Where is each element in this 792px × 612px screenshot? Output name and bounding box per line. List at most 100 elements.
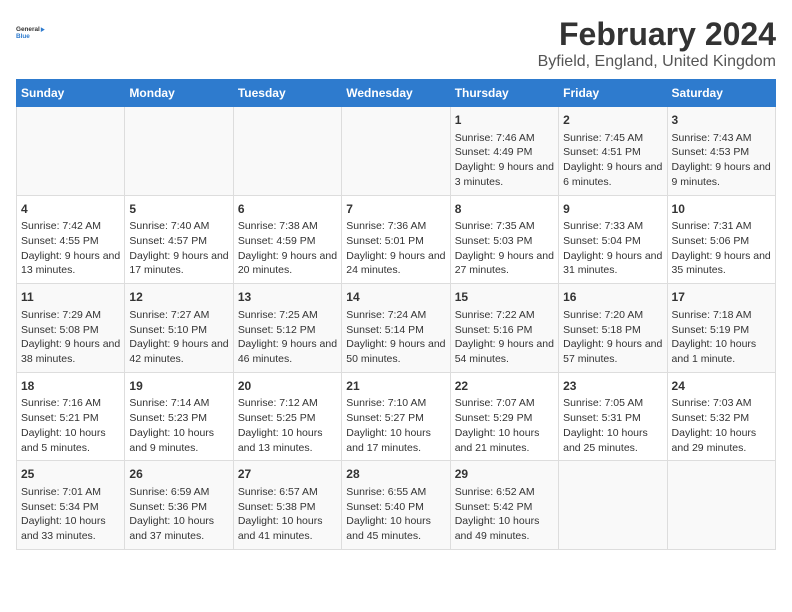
calendar-cell: 22Sunrise: 7:07 AM Sunset: 5:29 PM Dayli… bbox=[450, 372, 558, 461]
day-number: 15 bbox=[455, 289, 554, 306]
day-number: 3 bbox=[672, 112, 771, 129]
day-number: 1 bbox=[455, 112, 554, 129]
calendar-cell: 15 Sunrise: 7:22 AM Sunset: 5:16 PM Dayli… bbox=[450, 284, 558, 373]
day-number: 17 bbox=[672, 289, 771, 306]
cell-content: Sunrise: 6:57 AM Sunset: 5:38 PM Dayligh… bbox=[238, 485, 337, 544]
calendar-cell bbox=[559, 461, 667, 550]
calendar-week-row: 25 Sunrise: 7:01 AM Sunset: 5:34 PM Dayli… bbox=[17, 461, 776, 550]
header-tuesday: Tuesday bbox=[233, 80, 341, 107]
cell-content: Sunrise: 7:20 AM Sunset: 5:18 PM Dayligh… bbox=[563, 308, 662, 367]
calendar-cell: 13 Sunrise: 7:25 AM Sunset: 5:12 PM Dayli… bbox=[233, 284, 341, 373]
calendar-cell: 1 Sunrise: 7:46 AM Sunset: 4:49 PM Daylig… bbox=[450, 107, 558, 196]
day-number: 20 bbox=[238, 378, 337, 395]
header-sunday: Sunday bbox=[17, 80, 125, 107]
header-monday: Monday bbox=[125, 80, 233, 107]
day-number: 5 bbox=[129, 201, 228, 218]
calendar-cell: 21Sunrise: 7:10 AM Sunset: 5:27 PM Dayli… bbox=[342, 372, 450, 461]
day-number: 14 bbox=[346, 289, 445, 306]
day-number: 29 bbox=[455, 466, 554, 483]
calendar-cell: 18Sunrise: 7:16 AM Sunset: 5:21 PM Dayli… bbox=[17, 372, 125, 461]
cell-content: Sunrise: 7:05 AM Sunset: 5:31 PM Dayligh… bbox=[563, 396, 662, 455]
day-number: 9 bbox=[563, 201, 662, 218]
calendar-cell: 29 Sunrise: 6:52 AM Sunset: 5:42 PM Dayli… bbox=[450, 461, 558, 550]
cell-content: Sunrise: 7:40 AM Sunset: 4:57 PM Dayligh… bbox=[129, 219, 228, 278]
cell-content: Sunrise: 7:31 AM Sunset: 5:06 PM Dayligh… bbox=[672, 219, 771, 278]
cell-content: Sunrise: 7:43 AM Sunset: 4:53 PM Dayligh… bbox=[672, 131, 771, 190]
day-number: 18 bbox=[21, 378, 120, 395]
calendar-cell: 2 Sunrise: 7:45 AM Sunset: 4:51 PM Daylig… bbox=[559, 107, 667, 196]
calendar-week-row: 11 Sunrise: 7:29 AM Sunset: 5:08 PM Dayli… bbox=[17, 284, 776, 373]
calendar-header-row: SundayMondayTuesdayWednesdayThursdayFrid… bbox=[17, 80, 776, 107]
cell-content: Sunrise: 7:42 AM Sunset: 4:55 PM Dayligh… bbox=[21, 219, 120, 278]
calendar-cell: 12Sunrise: 7:27 AM Sunset: 5:10 PM Dayli… bbox=[125, 284, 233, 373]
cell-content: Sunrise: 7:46 AM Sunset: 4:49 PM Dayligh… bbox=[455, 131, 554, 190]
cell-content: Sunrise: 7:14 AM Sunset: 5:23 PM Dayligh… bbox=[129, 396, 228, 455]
cell-content: Sunrise: 6:55 AM Sunset: 5:40 PM Dayligh… bbox=[346, 485, 445, 544]
day-number: 4 bbox=[21, 201, 120, 218]
cell-content: Sunrise: 7:25 AM Sunset: 5:12 PM Dayligh… bbox=[238, 308, 337, 367]
cell-content: Sunrise: 7:03 AM Sunset: 5:32 PM Dayligh… bbox=[672, 396, 771, 455]
day-number: 25 bbox=[21, 466, 120, 483]
day-number: 26 bbox=[129, 466, 228, 483]
day-number: 27 bbox=[238, 466, 337, 483]
calendar-cell: 14 Sunrise: 7:24 AM Sunset: 5:14 PM Dayli… bbox=[342, 284, 450, 373]
calendar-cell: 5Sunrise: 7:40 AM Sunset: 4:57 PM Daylig… bbox=[125, 195, 233, 284]
calendar-cell: 7Sunrise: 7:36 AM Sunset: 5:01 PM Daylig… bbox=[342, 195, 450, 284]
calendar-cell: 28Sunrise: 6:55 AM Sunset: 5:40 PM Dayli… bbox=[342, 461, 450, 550]
calendar-cell: 8Sunrise: 7:35 AM Sunset: 5:03 PM Daylig… bbox=[450, 195, 558, 284]
logo: GeneralBlue bbox=[16, 16, 48, 48]
calendar-cell: 25 Sunrise: 7:01 AM Sunset: 5:34 PM Dayli… bbox=[17, 461, 125, 550]
cell-content: Sunrise: 7:35 AM Sunset: 5:03 PM Dayligh… bbox=[455, 219, 554, 278]
header-saturday: Saturday bbox=[667, 80, 775, 107]
svg-text:General: General bbox=[16, 26, 40, 33]
day-number: 16 bbox=[563, 289, 662, 306]
day-number: 7 bbox=[346, 201, 445, 218]
calendar-week-row: 4Sunrise: 7:42 AM Sunset: 4:55 PM Daylig… bbox=[17, 195, 776, 284]
calendar-cell: 20Sunrise: 7:12 AM Sunset: 5:25 PM Dayli… bbox=[233, 372, 341, 461]
calendar-cell: 3 Sunrise: 7:43 AM Sunset: 4:53 PM Daylig… bbox=[667, 107, 775, 196]
calendar-cell bbox=[233, 107, 341, 196]
header-thursday: Thursday bbox=[450, 80, 558, 107]
day-number: 2 bbox=[563, 112, 662, 129]
cell-content: Sunrise: 7:18 AM Sunset: 5:19 PM Dayligh… bbox=[672, 308, 771, 367]
calendar-cell bbox=[125, 107, 233, 196]
day-number: 6 bbox=[238, 201, 337, 218]
day-number: 24 bbox=[672, 378, 771, 395]
calendar-week-row: 18Sunrise: 7:16 AM Sunset: 5:21 PM Dayli… bbox=[17, 372, 776, 461]
cell-content: Sunrise: 7:45 AM Sunset: 4:51 PM Dayligh… bbox=[563, 131, 662, 190]
calendar-cell: 10Sunrise: 7:31 AM Sunset: 5:06 PM Dayli… bbox=[667, 195, 775, 284]
cell-content: Sunrise: 6:59 AM Sunset: 5:36 PM Dayligh… bbox=[129, 485, 228, 544]
cell-content: Sunrise: 7:33 AM Sunset: 5:04 PM Dayligh… bbox=[563, 219, 662, 278]
calendar-cell: 26 Sunrise: 6:59 AM Sunset: 5:36 PM Dayli… bbox=[125, 461, 233, 550]
header: GeneralBlue February 2024 Byfield, Engla… bbox=[16, 16, 776, 71]
day-number: 23 bbox=[563, 378, 662, 395]
day-number: 8 bbox=[455, 201, 554, 218]
page-subtitle: Byfield, England, United Kingdom bbox=[538, 53, 776, 71]
calendar-cell bbox=[667, 461, 775, 550]
cell-content: Sunrise: 7:22 AM Sunset: 5:16 PM Dayligh… bbox=[455, 308, 554, 367]
day-number: 19 bbox=[129, 378, 228, 395]
calendar-cell: 19Sunrise: 7:14 AM Sunset: 5:23 PM Dayli… bbox=[125, 372, 233, 461]
day-number: 12 bbox=[129, 289, 228, 306]
day-number: 10 bbox=[672, 201, 771, 218]
cell-content: Sunrise: 7:24 AM Sunset: 5:14 PM Dayligh… bbox=[346, 308, 445, 367]
calendar-cell bbox=[17, 107, 125, 196]
calendar-cell: 24Sunrise: 7:03 AM Sunset: 5:32 PM Dayli… bbox=[667, 372, 775, 461]
logo-icon: GeneralBlue bbox=[16, 16, 48, 48]
calendar-cell: 16 Sunrise: 7:20 AM Sunset: 5:18 PM Dayli… bbox=[559, 284, 667, 373]
cell-content: Sunrise: 7:16 AM Sunset: 5:21 PM Dayligh… bbox=[21, 396, 120, 455]
calendar-cell bbox=[342, 107, 450, 196]
cell-content: Sunrise: 7:01 AM Sunset: 5:34 PM Dayligh… bbox=[21, 485, 120, 544]
day-number: 11 bbox=[21, 289, 120, 306]
cell-content: Sunrise: 6:52 AM Sunset: 5:42 PM Dayligh… bbox=[455, 485, 554, 544]
title-block: February 2024 Byfield, England, United K… bbox=[538, 16, 776, 71]
cell-content: Sunrise: 7:29 AM Sunset: 5:08 PM Dayligh… bbox=[21, 308, 120, 367]
cell-content: Sunrise: 7:38 AM Sunset: 4:59 PM Dayligh… bbox=[238, 219, 337, 278]
calendar-cell: 23Sunrise: 7:05 AM Sunset: 5:31 PM Dayli… bbox=[559, 372, 667, 461]
day-number: 13 bbox=[238, 289, 337, 306]
svg-text:Blue: Blue bbox=[16, 33, 30, 40]
cell-content: Sunrise: 7:10 AM Sunset: 5:27 PM Dayligh… bbox=[346, 396, 445, 455]
calendar-cell: 27 Sunrise: 6:57 AM Sunset: 5:38 PM Dayli… bbox=[233, 461, 341, 550]
day-number: 21 bbox=[346, 378, 445, 395]
header-wednesday: Wednesday bbox=[342, 80, 450, 107]
